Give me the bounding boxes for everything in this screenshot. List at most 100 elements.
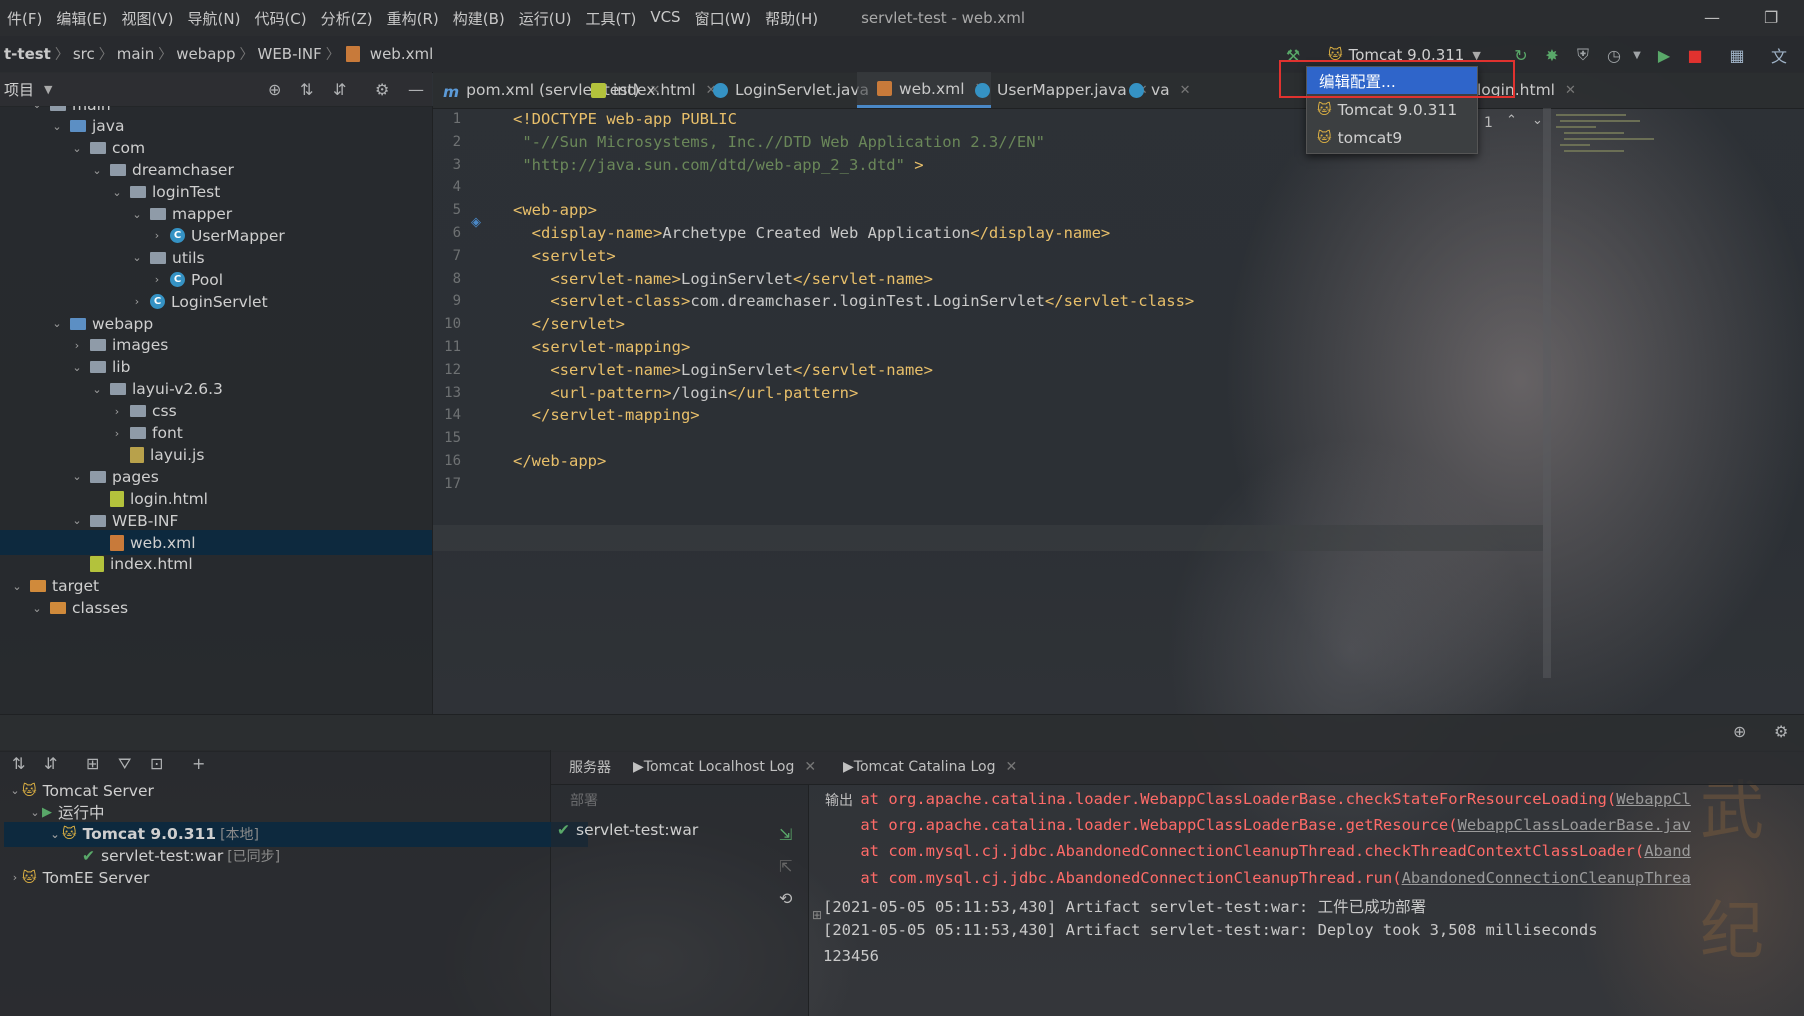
tomcat9-config-item[interactable]: 🐱 tomcat9 [1307, 124, 1477, 151]
menu-item[interactable]: 件(F) [0, 8, 49, 29]
breadcrumb-item[interactable]: webapp [172, 45, 239, 63]
menu-item[interactable]: 分析(Z) [314, 8, 380, 29]
menu-item[interactable]: 帮助(H) [758, 8, 825, 29]
menu-item[interactable]: 代码(C) [247, 8, 313, 29]
services-tab[interactable]: 服务器 [569, 750, 611, 784]
deployment-item[interactable]: ✔ servlet-test:war [557, 817, 698, 842]
chevron-right-icon[interactable]: › [70, 339, 84, 352]
web-gutter-icon[interactable]: ◈ [471, 215, 481, 230]
menu-item[interactable]: 工具(T) [578, 8, 643, 29]
chevron-right-icon[interactable]: › [150, 229, 164, 242]
close-icon[interactable]: ✕ [1565, 83, 1576, 98]
project-structure-icon[interactable]: ▦ [1726, 44, 1748, 66]
services-tab[interactable]: ▶ Tomcat Localhost Log ✕ [633, 750, 816, 784]
run-icon[interactable]: ▶ [1653, 44, 1675, 66]
menu-item[interactable]: VCS [643, 8, 687, 29]
close-icon[interactable]: ✕ [1005, 759, 1017, 775]
close-icon[interactable]: ✕ [1180, 83, 1191, 98]
breadcrumb-item[interactable]: src [69, 45, 99, 63]
refresh-icon[interactable]: ⟲ [779, 889, 792, 908]
chevron-down-icon[interactable]: ▼ [44, 83, 52, 96]
editor-scrollbar[interactable] [1543, 108, 1551, 678]
menu-item[interactable]: 窗口(W) [688, 8, 759, 29]
gear-icon[interactable]: ⚙ [375, 80, 389, 99]
project-view-label[interactable]: 项目 [4, 79, 34, 100]
coverage-icon[interactable]: ⛨ [1572, 44, 1594, 66]
close-icon[interactable]: ✕ [804, 759, 816, 775]
chevron-down-icon[interactable]: ⌄ [70, 142, 84, 155]
output-token: [2021-05-05 05:11:53,430] Artifact servl… [823, 897, 1427, 916]
code-line: </servlet-mapping> [513, 406, 700, 424]
chevron-right-icon[interactable]: › [130, 295, 144, 308]
breadcrumb-item[interactable]: t-test [0, 45, 55, 63]
hide-panel-icon[interactable]: — [408, 80, 424, 99]
chevron-down-icon[interactable]: ⌄ [48, 828, 62, 841]
profile-icon[interactable]: ◷ [1603, 44, 1625, 66]
restore-icon[interactable]: ❐ [1764, 8, 1778, 27]
chevron-down-icon[interactable]: ⌄ [50, 317, 64, 330]
collapse-all-icon[interactable]: ⇵ [44, 754, 57, 773]
breadcrumb-item[interactable]: web.xml [366, 45, 437, 63]
chevron-down-icon[interactable]: ⌄ [90, 164, 104, 177]
code-token: web-app PUBLIC [606, 110, 737, 128]
add-service-icon[interactable]: + [192, 754, 205, 773]
chevron-right-icon[interactable]: › [110, 405, 124, 418]
chevron-down-icon[interactable]: ⌄ [70, 470, 84, 483]
group-by-icon[interactable]: ⊞ [86, 754, 99, 773]
menu-item[interactable]: 导航(N) [181, 8, 248, 29]
tomcat-config-item[interactable]: 🐱 Tomcat 9.0.311 [1307, 96, 1477, 123]
chevron-right-icon[interactable]: › [8, 871, 22, 884]
chevron-down-icon[interactable]: ⌄ [30, 602, 44, 615]
menu-item[interactable]: 运行(U) [512, 8, 579, 29]
menu-item[interactable]: 视图(V) [115, 8, 181, 29]
editor-tab[interactable]: index.html ✕ [581, 72, 723, 108]
chevron-down-icon[interactable]: ⌄ [1532, 113, 1543, 128]
new-group-icon[interactable]: ⊡ [150, 754, 163, 773]
tree-item[interactable]: web.xml [0, 530, 432, 555]
debug-icon[interactable]: ✸ [1541, 44, 1563, 66]
folder-icon [90, 514, 106, 527]
inspection-count[interactable]: 1 [1484, 115, 1493, 131]
tree-item[interactable]: ⌄ classes [30, 596, 128, 621]
chevron-right-icon[interactable]: › [150, 273, 164, 286]
locate-icon[interactable]: ⊕ [1733, 722, 1746, 741]
chevron-down-icon[interactable]: ⌄ [8, 784, 22, 797]
chevron-up-icon[interactable]: ⌃ [1506, 113, 1517, 128]
translate-icon[interactable]: 文 [1768, 44, 1790, 66]
locate-icon[interactable]: ⊕ [268, 80, 281, 99]
stop-icon[interactable]: ■ [1684, 44, 1706, 66]
chevron-right-icon[interactable]: › [110, 427, 124, 440]
fold-icon[interactable]: ⊞ [812, 908, 822, 922]
chevron-down-icon[interactable]: ⌄ [70, 514, 84, 527]
expand-all-icon[interactable]: ⇅ [300, 80, 313, 99]
services-tab[interactable]: ▶ Tomcat Catalina Log ✕ [843, 750, 1017, 784]
breadcrumb-item[interactable]: main [113, 45, 158, 63]
chevron-down-icon[interactable]: ⌄ [90, 383, 104, 396]
output-console[interactable]: at org.apache.catalina.loader.WebappClas… [809, 785, 1804, 1016]
menu-item[interactable]: 重构(R) [380, 8, 446, 29]
undeploy-icon[interactable]: ⇱ [779, 857, 792, 876]
chevron-down-icon[interactable]: ⌄ [130, 251, 144, 264]
menu-item[interactable]: 编辑(E) [49, 8, 114, 29]
chevron-down-icon[interactable]: ⌄ [30, 106, 44, 111]
filter-icon[interactable]: ⛛ [118, 754, 131, 774]
chevron-down-icon[interactable]: ⌄ [110, 186, 124, 199]
breadcrumb-item[interactable]: WEB-INF [254, 45, 326, 63]
code-line: "-//Sun Microsystems, Inc.//DTD Web Appl… [513, 133, 1045, 151]
gear-icon[interactable]: ⚙ [1774, 722, 1788, 741]
tree-item-label: lib [112, 358, 131, 377]
expand-all-icon[interactable]: ⇅ [12, 754, 25, 773]
menu-item[interactable]: 构建(B) [446, 8, 512, 29]
chevron-down-icon[interactable]: ⌄ [130, 208, 144, 221]
minimize-icon[interactable]: — [1704, 8, 1720, 27]
chevron-down-icon[interactable]: ⌄ [10, 580, 24, 593]
chevron-down-icon[interactable]: ⌄ [70, 361, 84, 374]
collapse-all-icon[interactable]: ⇵ [333, 80, 346, 99]
editor-tab[interactable]: va ✕ [1119, 72, 1197, 108]
code-editor[interactable]: <!DOCTYPE web-app PUBLIC "-//Sun Microsy… [505, 108, 1545, 680]
chevron-down-icon[interactable]: ⌄ [50, 120, 64, 133]
deploy-icon[interactable]: ⇲ [779, 825, 792, 844]
services-tree-item[interactable]: › 🐱 TomEE Server [8, 865, 150, 890]
more-run-chevron-icon[interactable]: ▼ [1626, 44, 1648, 66]
chevron-down-icon[interactable]: ⌄ [28, 806, 42, 819]
